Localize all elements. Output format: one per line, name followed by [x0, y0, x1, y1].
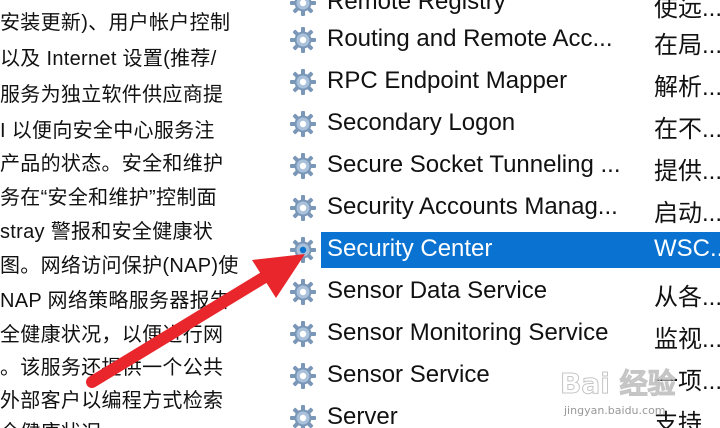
service-name: Sensor Data Service: [327, 277, 548, 304]
service-description: 在局...: [654, 32, 720, 59]
service-gear-icon: [289, 362, 317, 390]
watermark-url: jingyan.baidu.com: [564, 404, 666, 417]
service-gear-icon: [289, 0, 317, 17]
service-description: 解析...: [654, 74, 720, 101]
description-line: 服务为独立软件供应商提: [0, 84, 224, 106]
service-gear-icon: [289, 110, 317, 138]
description-line: 以及 Internet 设置(推荐/: [0, 48, 217, 70]
service-name: Secure Socket Tunneling ...: [327, 151, 621, 178]
service-name: Remote Registry: [327, 0, 506, 15]
description-line: 产品的状态。安全和维护: [0, 153, 224, 175]
service-description: 监视...: [654, 326, 720, 353]
description-line: 全健康状况: [0, 416, 102, 428]
description-line: stray 警报和安全健康状: [0, 221, 214, 243]
description-line: 外部客户以编程方式检索: [0, 390, 224, 412]
description-line: 全健康状况，以便进行网: [0, 324, 224, 346]
description-line: 安装更新)、用户帐户控制: [0, 12, 231, 34]
service-row-secure-socket-tunneling[interactable]: Secure Socket Tunneling ... 提供...: [283, 145, 720, 187]
description-line: I 以便向安全中心服务注: [0, 120, 215, 142]
service-name: Routing and Remote Acc...: [327, 25, 613, 52]
service-description-pane: 安装更新)、用户帐户控制 以及 Internet 设置(推荐/ 服务为独立软件供…: [0, 0, 280, 428]
service-description: 启动...: [654, 200, 720, 227]
service-row-routing-and-remote-access[interactable]: Routing and Remote Acc... 在局...: [283, 19, 720, 61]
baidu-jingyan-watermark: Bai 经验 jingyan.baidu.com: [548, 358, 720, 428]
service-gear-icon: [289, 404, 317, 428]
service-gear-icon: [289, 278, 317, 306]
service-gear-icon: [289, 68, 317, 96]
service-description: 提供...: [654, 158, 720, 185]
service-name: Sensor Monitoring Service: [327, 319, 609, 346]
service-row-security-center[interactable]: Security Center WSC...: [283, 229, 720, 271]
service-row-sensor-data-service[interactable]: Sensor Data Service 从各...: [283, 271, 720, 313]
service-gear-icon: [289, 194, 317, 222]
service-name: Security Center: [327, 235, 493, 262]
service-description: 从各...: [654, 284, 720, 311]
service-gear-icon: [289, 320, 317, 348]
service-row-secondary-logon[interactable]: Secondary Logon 在不...: [283, 103, 720, 145]
description-line: 图。网络访问保护(NAP)使: [0, 255, 239, 277]
watermark-logo: Bai 经验: [560, 367, 677, 401]
service-row-rpc-endpoint-mapper[interactable]: RPC Endpoint Mapper 解析...: [283, 61, 720, 103]
service-name: Security Accounts Manag...: [327, 193, 618, 220]
service-name: RPC Endpoint Mapper: [327, 67, 568, 94]
service-gear-icon: [289, 152, 317, 180]
description-line: 务在“安全和维护”控制面: [0, 187, 217, 209]
service-row-sensor-monitoring-service[interactable]: Sensor Monitoring Service 监视...: [283, 313, 720, 355]
service-row-security-accounts-manager[interactable]: Security Accounts Manag... 启动...: [283, 187, 720, 229]
description-line: 。该服务还提供一个公共: [0, 357, 224, 379]
service-name: Secondary Logon: [327, 109, 516, 136]
service-gear-icon: [289, 26, 317, 54]
service-description: WSC...: [654, 235, 720, 262]
service-gear-icon: [289, 236, 317, 264]
description-line: NAP 网络策略服务器报告: [0, 290, 231, 312]
service-description: 在不...: [654, 116, 720, 143]
